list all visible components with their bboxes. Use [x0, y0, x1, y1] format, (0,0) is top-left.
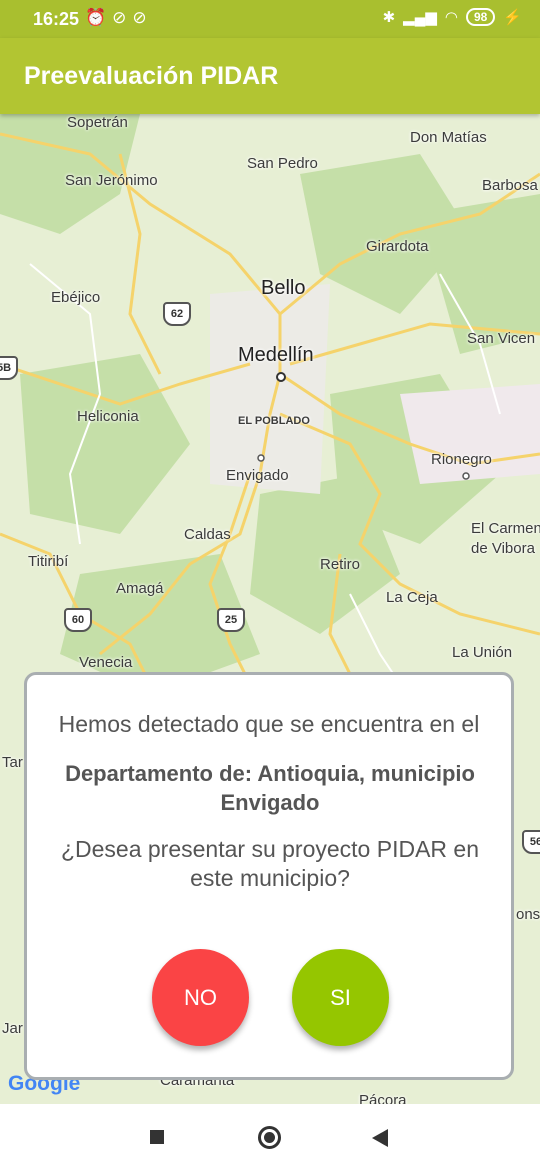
route-shield-62: 62: [163, 302, 191, 326]
map-label-heliconia: Heliconia: [77, 408, 139, 425]
signal-icon: ▂▄▆: [403, 9, 437, 26]
map-label-medellin: Medellín: [238, 344, 314, 366]
status-bar: 16:25 ⏰⊘⊘ ✱ ▂▄▆ ◠ 98 ⚡: [0, 0, 540, 38]
app-title: Preevaluación PIDAR: [24, 62, 279, 90]
battery-icon: 98: [465, 8, 496, 26]
map-label-girardota: Girardota: [366, 238, 429, 255]
map-label-san-jeronimo: San Jerónimo: [65, 172, 158, 189]
map-label-san-pedro: San Pedro: [247, 155, 318, 172]
home-icon[interactable]: [258, 1126, 281, 1149]
map-label-san-vicente: San Vicen: [467, 330, 536, 347]
navigation-bar: [0, 1104, 540, 1170]
route-shield-56: 56: [522, 830, 540, 854]
map-label-sopetran: Sopetrán: [67, 114, 128, 131]
recents-icon[interactable]: [150, 1130, 164, 1144]
bluetooth-icon: ✱: [382, 9, 396, 26]
back-icon[interactable]: [372, 1129, 388, 1147]
status-system-icons: ✱ ▂▄▆ ◠ 98 ⚡: [383, 8, 522, 26]
map-label-pacora: Pácora: [359, 1092, 407, 1104]
alarm-icon: ⏰: [85, 8, 113, 27]
route-shield-60: 60: [64, 608, 92, 632]
map-label-tar: Tar: [2, 754, 23, 771]
no-button[interactable]: NO: [152, 949, 249, 1046]
dialog-intro-text: Hemos detectado que se encuentra en el: [58, 711, 480, 737]
status-notification-icons: ⏰⊘⊘: [85, 8, 153, 28]
wifi-icon: ◠: [444, 9, 458, 26]
route-shield-25: 25: [217, 608, 245, 632]
dialog-location-text: Departamento de: Antioquia, municipio En…: [65, 761, 475, 815]
map-label-venecia: Venecia: [79, 654, 133, 671]
map-label-ebejico: Ebéjico: [51, 289, 101, 306]
map-label-envigado: Envigado: [226, 467, 289, 484]
map-label-la-ceja: La Ceja: [386, 589, 438, 606]
map-label-la-union: La Unión: [452, 644, 513, 661]
map-label-el-poblado: EL POBLADO: [238, 415, 310, 427]
location-dialog: Hemos detectado que se encuentra en el D…: [24, 672, 514, 1080]
status-time: 16:25: [33, 9, 80, 29]
map-label-barbosa: Barbosa: [482, 177, 538, 194]
map-label-el-carmen: El Carmen: [471, 520, 540, 537]
map-label-rionegro: Rionegro: [431, 451, 492, 468]
map-label-retiro: Retiro: [320, 556, 361, 573]
map-label-ons: ons: [516, 906, 540, 923]
charging-icon: ⚡: [503, 9, 522, 26]
map-label-amaga: Amagá: [116, 580, 164, 597]
dialog-question-text: ¿Desea presentar su proyecto PIDAR en es…: [60, 836, 480, 891]
map-label-jar: Jar: [2, 1020, 23, 1037]
map-label-titiribi: Titiribí: [28, 553, 69, 570]
si-button[interactable]: SI: [292, 949, 389, 1046]
app-bar: Preevaluación PIDAR: [0, 38, 540, 114]
sync-icon: ⊘: [112, 8, 133, 27]
map-label-de-vibora: de Vibora: [471, 540, 535, 557]
map-label-caldas: Caldas: [184, 526, 231, 543]
map-label-bello: Bello: [261, 277, 306, 299]
route-shield-5b: 5B: [0, 356, 18, 380]
map-label-don-matias: Don Matías: [410, 129, 487, 146]
sync-icon: ⊘: [132, 8, 153, 27]
